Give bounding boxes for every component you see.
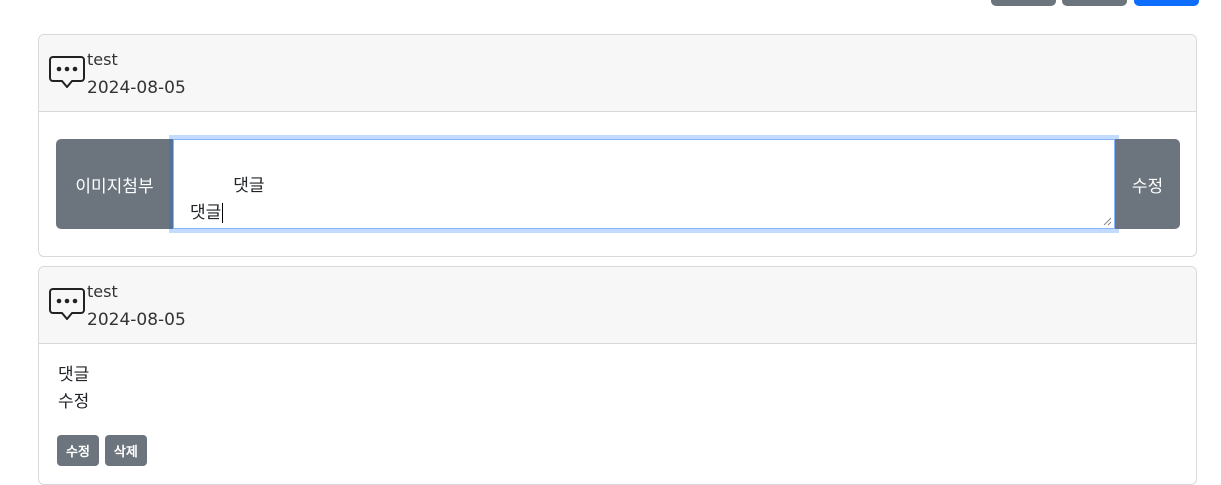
chat-dots-icon xyxy=(49,56,85,88)
image-attach-button[interactable]: 이미지첨부 xyxy=(56,139,173,229)
text-cursor xyxy=(222,203,224,223)
chat-dots-icon xyxy=(49,288,85,320)
submit-edit-button[interactable]: 수정 xyxy=(1115,139,1180,229)
comment-actions: 수정 삭제 xyxy=(57,435,147,466)
comment-author: test xyxy=(87,50,118,69)
comment-body: 댓글 수정 수정 삭제 xyxy=(39,344,1196,484)
comment-content: 댓글 수정 xyxy=(58,365,90,412)
top-action-button-primary[interactable] xyxy=(1134,0,1199,6)
comment-card: test 2024-08-05 이미지첨부 댓글 댓글 수정 xyxy=(38,34,1197,257)
comment-header: test 2024-08-05 xyxy=(39,35,1196,112)
comment-body: 이미지첨부 댓글 댓글 수정 xyxy=(39,112,1196,256)
comment-card: test 2024-08-05 댓글 수정 수정 삭제 xyxy=(38,266,1197,485)
top-action-button-1[interactable] xyxy=(991,0,1056,6)
comment-edit-textarea[interactable]: 댓글 댓글 xyxy=(173,139,1115,229)
comment-date: 2024-08-05 xyxy=(87,78,186,98)
top-action-button-2[interactable] xyxy=(1062,0,1127,6)
comment-author: test xyxy=(87,282,118,301)
comment-date: 2024-08-05 xyxy=(87,310,186,330)
comment-edit-form: 이미지첨부 댓글 댓글 수정 xyxy=(56,139,1180,229)
edit-comment-button[interactable]: 수정 xyxy=(57,435,99,466)
resize-handle-icon[interactable] xyxy=(1103,217,1112,226)
comment-edit-text: 댓글 댓글 xyxy=(190,176,265,223)
comment-header: test 2024-08-05 xyxy=(39,267,1196,344)
delete-comment-button[interactable]: 삭제 xyxy=(104,435,147,466)
